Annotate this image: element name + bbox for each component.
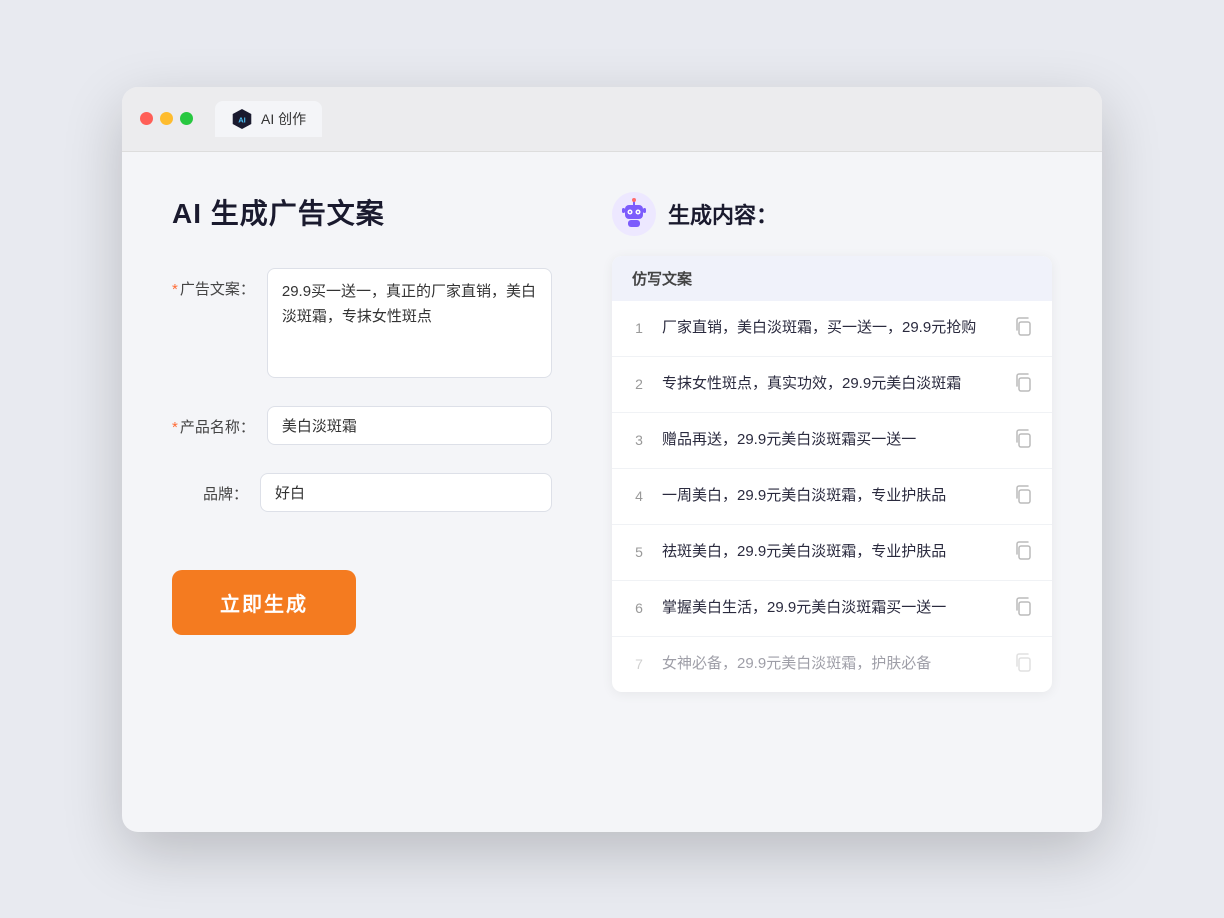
left-panel: AI 生成广告文案 *广告文案： 29.9买一送一，真正的厂家直销，美白淡斑霜，… (172, 192, 552, 792)
table-row: 6 掌握美白生活，29.9元美白淡斑霜买一送一 (612, 581, 1052, 637)
row-text: 赠品再送，29.9元美白淡斑霜买一送一 (662, 429, 998, 452)
row-text: 女神必备，29.9元美白淡斑霜，护肤必备 (662, 653, 998, 676)
row-text: 一周美白，29.9元美白淡斑霜，专业护肤品 (662, 485, 998, 508)
required-star-1: * (172, 281, 178, 298)
traffic-lights (140, 112, 193, 125)
result-title: 生成内容： (668, 198, 778, 230)
brand-label: 品牌： (172, 473, 260, 504)
copy-button[interactable] (1012, 483, 1034, 510)
row-number: 6 (630, 600, 648, 616)
product-name-group: *产品名称： (172, 406, 552, 445)
table-row: 1 厂家直销，美白淡斑霜，买一送一，29.9元抢购 (612, 301, 1052, 357)
copy-button[interactable] (1012, 539, 1034, 566)
svg-text:AI: AI (238, 115, 246, 124)
brand-group: 品牌： (172, 473, 552, 512)
browser-tab[interactable]: AI AI 创作 (215, 101, 322, 137)
row-text: 掌握美白生活，29.9元美白淡斑霜买一送一 (662, 597, 998, 620)
page-title: AI 生成广告文案 (172, 192, 552, 232)
row-number: 5 (630, 544, 648, 560)
traffic-light-yellow[interactable] (160, 112, 173, 125)
browser-titlebar: AI AI 创作 (122, 87, 1102, 152)
required-star-2: * (172, 419, 178, 436)
right-panel: 生成内容： 仿写文案 1 厂家直销，美白淡斑霜，买一送一，29.9元抢购 2 专抹女… (612, 192, 1052, 792)
row-number: 1 (630, 320, 648, 336)
results-list: 1 厂家直销，美白淡斑霜，买一送一，29.9元抢购 2 专抹女性斑点，真实功效，29… (612, 301, 1052, 692)
copy-button[interactable] (1012, 371, 1034, 398)
row-text: 专抹女性斑点，真实功效，29.9元美白淡斑霜 (662, 373, 998, 396)
traffic-light-red[interactable] (140, 112, 153, 125)
row-number: 2 (630, 376, 648, 392)
copy-button[interactable] (1012, 651, 1034, 678)
tab-label: AI 创作 (261, 109, 306, 129)
product-name-input[interactable] (267, 406, 552, 445)
table-row: 5 祛斑美白，29.9元美白淡斑霜，专业护肤品 (612, 525, 1052, 581)
row-number: 4 (630, 488, 648, 504)
copy-button[interactable] (1012, 427, 1034, 454)
result-header: 生成内容： (612, 192, 1052, 236)
table-row: 2 专抹女性斑点，真实功效，29.9元美白淡斑霜 (612, 357, 1052, 413)
copy-button[interactable] (1012, 595, 1034, 622)
ad-copy-group: *广告文案： 29.9买一送一，真正的厂家直销，美白淡斑霜，专抹女性斑点 (172, 268, 552, 378)
product-name-label: *产品名称： (172, 406, 267, 437)
row-text: 祛斑美白，29.9元美白淡斑霜，专业护肤品 (662, 541, 998, 564)
table-row: 4 一周美白，29.9元美白淡斑霜，专业护肤品 (612, 469, 1052, 525)
result-table: 仿写文案 1 厂家直销，美白淡斑霜，买一送一，29.9元抢购 2 专抹女性斑点，真实… (612, 256, 1052, 692)
traffic-light-green[interactable] (180, 112, 193, 125)
row-number: 3 (630, 432, 648, 448)
row-text: 厂家直销，美白淡斑霜，买一送一，29.9元抢购 (662, 317, 998, 340)
ai-tab-icon: AI (231, 108, 253, 130)
generate-button[interactable]: 立即生成 (172, 570, 356, 635)
brand-input[interactable] (260, 473, 552, 512)
ad-copy-label: *广告文案： (172, 268, 267, 299)
row-number: 7 (630, 656, 648, 672)
robot-icon (612, 192, 656, 236)
browser-window: AI AI 创作 AI 生成广告文案 *广告文案： 29.9买一送一，真正的厂家… (122, 87, 1102, 832)
browser-content: AI 生成广告文案 *广告文案： 29.9买一送一，真正的厂家直销，美白淡斑霜，… (122, 152, 1102, 832)
ad-copy-textarea[interactable]: 29.9买一送一，真正的厂家直销，美白淡斑霜，专抹女性斑点 (267, 268, 552, 378)
table-row: 7 女神必备，29.9元美白淡斑霜，护肤必备 (612, 637, 1052, 692)
table-row: 3 赠品再送，29.9元美白淡斑霜买一送一 (612, 413, 1052, 469)
table-header: 仿写文案 (612, 256, 1052, 301)
copy-button[interactable] (1012, 315, 1034, 342)
